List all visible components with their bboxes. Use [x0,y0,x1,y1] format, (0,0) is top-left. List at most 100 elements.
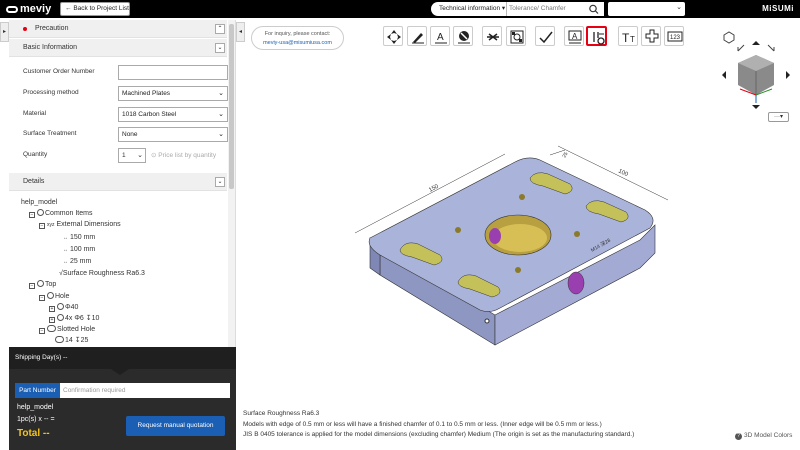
back-to-project-list-button[interactable]: ← Back to Project List [60,2,130,16]
help-icon: ? [735,433,742,440]
check-button[interactable] [535,26,555,46]
dimension-display-button[interactable]: 123 [664,26,684,46]
hole-feature-purple [489,228,501,244]
cube-icon[interactable] [738,55,774,95]
meviy-logo[interactable]: meviy [6,3,51,15]
section-icon [458,31,470,44]
inquiry-box: For inquiry, please contact: meviy-usa@m… [251,26,344,50]
text-view-button[interactable]: A [564,26,584,46]
svg-text:A: A [572,32,578,41]
customer-order-input[interactable] [118,65,228,80]
basic-info-header[interactable]: Basic Information ⌄ [9,39,227,57]
material-select[interactable]: 1018 Carbon Steel ⌄ [118,107,228,122]
request-quotation-button[interactable]: Request manual quotation [126,416,225,436]
wireframe-button[interactable] [506,26,526,46]
arrow-right-icon[interactable] [786,71,790,79]
tree-root[interactable]: help_model [21,197,145,208]
chevron-down-icon[interactable]: ⌄ [215,43,225,53]
small-hole-2 [519,194,525,200]
rotate-left-icon[interactable] [737,44,745,52]
tolerance-button[interactable] [586,26,607,46]
3d-model-view[interactable]: 150 100 25 M14 深28 [300,140,720,360]
shipping-notch [111,369,129,375]
fit-view-button[interactable] [383,26,403,46]
tree-hole[interactable]: − Hole [21,291,145,302]
tree-dim-y[interactable]: ↔ 100 mm [21,244,145,256]
price-list-link[interactable]: ⊙ Price list by quantity [151,151,216,159]
processing-method-select[interactable]: Machined Plates ⌄ [118,86,228,101]
model-name: help_model [17,404,54,411]
search-icon[interactable] [585,3,603,15]
tree-hole-40[interactable]: + Φ40 [21,302,145,313]
section-button[interactable] [453,26,473,46]
inquiry-email-link[interactable]: meviy-usa@misumiusa.com [252,39,343,48]
dimension-icon: 123 [667,31,683,42]
collapse-icon[interactable]: − [39,223,45,230]
chevron-up-icon[interactable]: ⌃ [215,24,225,34]
left-panel-toggle[interactable]: ▸ [0,22,9,42]
tree-hole-6[interactable]: +4x Φ6 ↧10 [21,313,145,324]
center-hole-inner [493,224,547,252]
tree-common-items[interactable]: − Common Items [21,208,145,219]
xyz-icon: xyz [47,222,55,229]
svg-text:T: T [622,31,630,45]
arrow-down-icon[interactable] [752,105,760,109]
transparency-icon [487,33,499,41]
tree-dim-x[interactable]: ↔ 150 mm [21,232,145,244]
tree-dim-z[interactable]: ↔ 25 mm [21,256,145,268]
chevron-down-icon: ⌄ [218,111,224,118]
text-annotate-icon: A [435,32,447,44]
scrollbar-thumb[interactable] [229,24,234,189]
surface-treatment-select[interactable]: None ⌄ [118,127,228,142]
expand-icon[interactable]: + [49,305,55,312]
quantity-select[interactable]: 1 ⌄ [118,148,146,163]
precaution-header[interactable]: Precaution ⌃ [9,20,227,38]
collapse-icon[interactable]: − [29,283,35,290]
dim-width-label: 150 [428,183,440,193]
annotate-button[interactable]: A [430,26,450,46]
model-colors-link[interactable]: ? 3D Model Colors [735,432,792,440]
arrow-up-icon[interactable] [752,41,760,45]
quantity-row: Quantity 1 ⌄ ⊙ Price list by quantity [23,148,228,164]
tree-slotted-hole[interactable]: − Slotted Hole [21,324,145,335]
views-button[interactable] [641,26,661,46]
slot-icon [47,325,56,333]
hole-icon [47,291,54,299]
tree-slot-14[interactable]: 14 ↧25 [21,335,145,346]
feature-tree: help_model − Common Items − xyz External D… [21,197,145,347]
z-axis-icon: ↔ [63,259,68,266]
y-axis-icon: ↔ [63,246,68,253]
chevron-down-icon[interactable]: ⌄ [215,177,225,187]
details-header[interactable]: Details ⌄ [9,173,227,191]
home-view-icon[interactable] [723,31,735,44]
left-panel-scrollbar[interactable] [228,20,235,347]
collapse-icon[interactable]: − [29,212,35,219]
tree-roughness[interactable]: √Surface Roughness Ra6.3 [21,268,145,279]
expand-icon[interactable]: + [49,317,55,324]
collapse-panel-toggle[interactable]: ◂ [236,22,245,42]
collapse-icon[interactable]: − [39,294,45,301]
arrow-left-icon[interactable] [722,71,726,79]
chevron-down-icon: ⌄ [218,90,224,97]
side-tapped-hole [567,271,585,295]
face-icon [37,280,44,288]
language-select[interactable]: ⌄ [608,2,685,16]
tree-top[interactable]: − Top [21,279,145,290]
font-size-button[interactable]: TT [618,26,638,46]
part-number-field[interactable]: Confirmation required [60,383,230,398]
checkmark-icon [539,31,553,44]
view-cube-graphic [722,31,790,109]
small-hole-3 [574,231,580,237]
view-cube[interactable] [720,29,792,125]
measure-button[interactable] [407,26,427,46]
font-size-icon: TT [622,31,635,45]
small-hole-1 [455,227,461,233]
technical-info-select[interactable]: Technical information ▾ [431,2,506,16]
more-options-button[interactable]: ···▾ [768,112,789,122]
shipping-panel: Shipping Day(s) -- Part Number Confirmat… [9,347,236,450]
left-panel: Precaution ⌃ Basic Information ⌄ Custome… [9,20,236,347]
collapse-icon[interactable]: − [39,328,45,335]
rotate-right-icon[interactable] [767,44,775,52]
transparency-button[interactable] [482,26,502,46]
tree-external-dimensions[interactable]: − xyz External Dimensions [21,219,145,231]
